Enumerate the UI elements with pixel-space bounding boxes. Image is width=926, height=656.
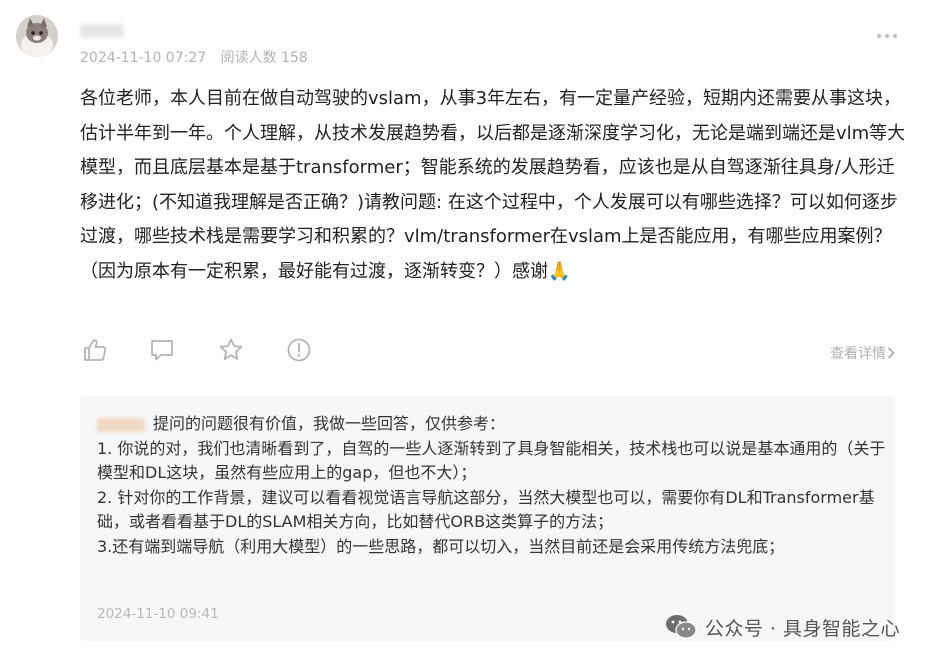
comment-button[interactable] xyxy=(147,335,177,365)
view-details-label: 查看详情 xyxy=(830,346,886,362)
reply-timestamp: 2024-11-10 09:41 xyxy=(97,606,219,622)
more-dots-icon[interactable] xyxy=(876,24,898,43)
reply-point-3: 3.还有端到端导航（利用大模型）的一些思路，都可以切入，当然目前还是会采用传统方… xyxy=(97,536,785,556)
thumbs-up-icon xyxy=(84,339,107,361)
reply-point-2: 2. 针对你的工作背景，建议可以看看视觉语言导航这部分，当然大模型也可以，需要你… xyxy=(97,487,875,532)
view-details-link[interactable]: 查看详情 xyxy=(830,343,896,363)
post-timestamp: 2024-11-10 07:27 xyxy=(80,50,207,66)
wechat-icon xyxy=(665,615,697,639)
reply-text: 提问的问题很有价值，我做一些回答，仅供参考： 1. 你说的对，我们也清晰看到了，… xyxy=(97,412,892,559)
comment-icon xyxy=(151,340,173,361)
read-count: 阅读人数 158 xyxy=(220,50,308,66)
report-button[interactable] xyxy=(284,335,314,365)
watermark: 公众号 · 具身智能之心 xyxy=(665,613,900,641)
cat-avatar-icon xyxy=(16,15,58,57)
alert-icon xyxy=(287,338,311,362)
chevron-right-icon xyxy=(887,347,895,359)
reply-intro: 提问的问题很有价值，我做一些回答，仅供参考： xyxy=(153,414,506,433)
star-icon xyxy=(219,338,243,360)
watermark-text: 公众号 · 具身智能之心 xyxy=(704,617,900,640)
favorite-button[interactable] xyxy=(216,335,246,365)
like-button[interactable] xyxy=(80,335,110,365)
action-bar xyxy=(80,335,900,365)
username-redacted xyxy=(80,24,124,38)
avatar[interactable] xyxy=(16,15,58,57)
post-meta: 2024-11-10 07:27 阅读人数 158 xyxy=(80,47,308,67)
reply-box: 提问的问题很有价值，我做一些回答，仅供参考： 1. 你说的对，我们也清晰看到了，… xyxy=(80,396,895,641)
reply-point-1: 1. 你说的对，我们也清晰看到了，自驾的一些人逐渐转到了具身智能相关，技术栈也可… xyxy=(97,438,886,483)
post-body: 各位老师，本人目前在做自动驾驶的vslam，从事3年左右，有一定量产经验，短期内… xyxy=(80,88,906,282)
